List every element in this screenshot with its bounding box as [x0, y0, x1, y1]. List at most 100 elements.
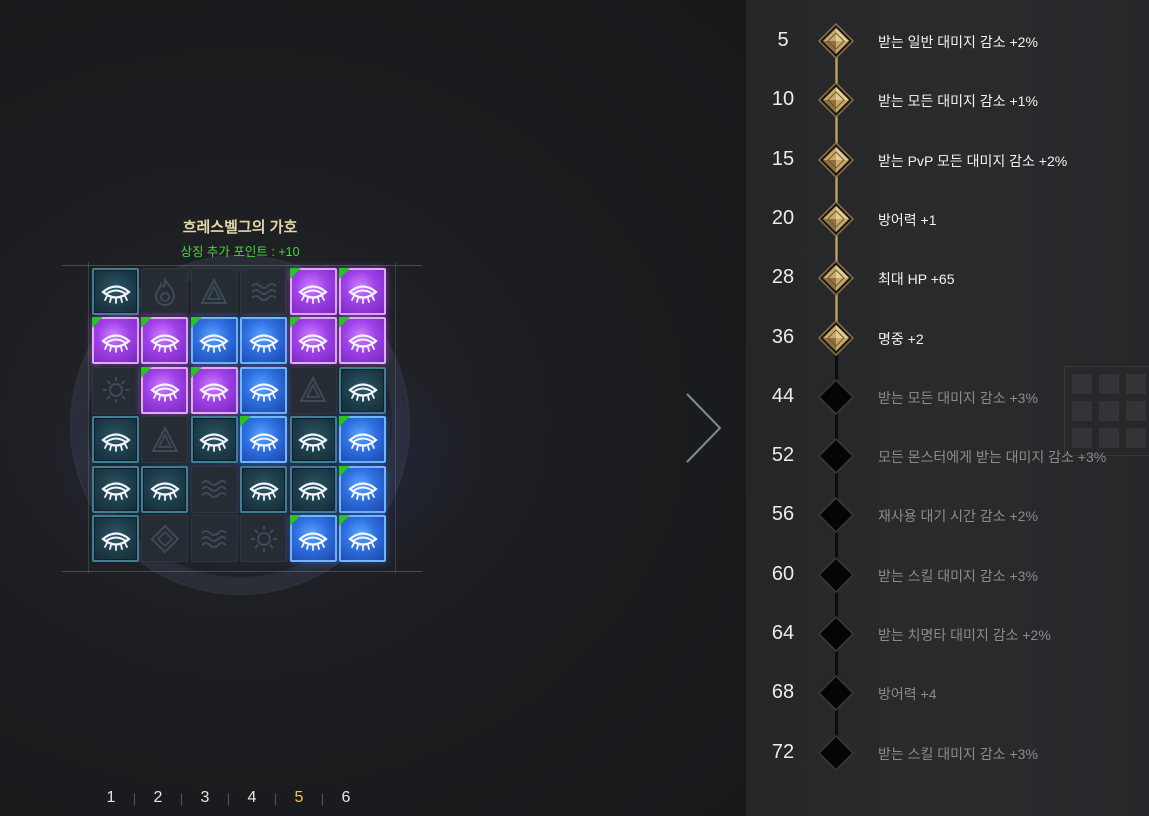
locked-diamond-node-icon: [818, 378, 854, 415]
level-effect-text: 최대 HP +65: [878, 271, 955, 288]
teal-card[interactable]: [92, 416, 139, 464]
purple-card[interactable]: [92, 317, 139, 365]
blue-card[interactable]: [240, 416, 288, 464]
level-effect-text: 명중 +2: [878, 330, 924, 347]
empty-card-slot[interactable]: [289, 366, 337, 414]
purple-card[interactable]: [339, 317, 386, 365]
purple-card[interactable]: [339, 268, 386, 315]
blue-card[interactable]: [339, 416, 386, 464]
closed-eye-icon: [99, 472, 133, 506]
wave-icon: [247, 275, 281, 309]
page-tab-1[interactable]: 1: [100, 789, 122, 807]
teal-card[interactable]: [92, 465, 139, 513]
card-grid: [92, 268, 392, 568]
closed-eye-icon: [346, 373, 380, 407]
purple-card[interactable]: [190, 366, 238, 414]
triangle-rune-icon: [148, 423, 182, 457]
level-number: 10: [771, 88, 795, 111]
closed-eye-icon: [148, 472, 182, 506]
triangle-rune-icon: [296, 373, 330, 407]
page-tab-4[interactable]: 4: [241, 789, 263, 807]
page-tabs: 1 | 2 | 3 | 4 | 5 | 6: [100, 788, 357, 808]
blue-card[interactable]: [190, 317, 238, 365]
page-tab-2[interactable]: 2: [147, 789, 169, 807]
awakened-corner-marker: [190, 317, 202, 329]
awakened-corner-marker: [289, 515, 301, 526]
teal-card[interactable]: [289, 465, 337, 513]
empty-card-slot[interactable]: [190, 515, 238, 562]
teal-card[interactable]: [141, 465, 189, 513]
closed-eye-icon: [148, 373, 182, 407]
bonus-points-label: 상징 추가 포인트 : +10: [180, 245, 300, 259]
page-tab-6[interactable]: 6: [335, 789, 357, 807]
level-number: 56: [771, 503, 795, 526]
frame-line-left: [88, 262, 89, 574]
level-number: 60: [771, 562, 795, 585]
tab-separator: |: [226, 790, 231, 806]
level-number: 52: [771, 444, 795, 467]
closed-eye-icon: [247, 324, 281, 358]
awakened-corner-marker: [289, 317, 301, 329]
awakened-corner-marker: [141, 317, 153, 329]
page-tab-5[interactable]: 5: [288, 789, 310, 807]
closed-eye-icon: [247, 472, 281, 506]
page-tab-3[interactable]: 3: [194, 789, 216, 807]
locked-diamond-node-icon: [818, 675, 854, 712]
teal-card[interactable]: [92, 515, 139, 562]
closed-eye-icon: [99, 423, 133, 457]
teal-card[interactable]: [289, 416, 337, 464]
empty-card-slot[interactable]: [240, 515, 288, 562]
emblem-tiles-decoration: [1064, 366, 1149, 456]
closed-eye-icon: [197, 373, 231, 407]
unlocked-diamond-node-icon: [818, 260, 854, 297]
awakened-corner-marker: [339, 268, 350, 279]
purple-card[interactable]: [141, 317, 189, 365]
closed-eye-icon: [296, 522, 330, 556]
empty-card-slot[interactable]: [190, 465, 238, 513]
level-number: 44: [771, 384, 795, 407]
wave-icon: [197, 522, 231, 556]
closed-eye-icon: [296, 324, 330, 358]
next-arrow-icon[interactable]: [684, 392, 724, 464]
teal-card[interactable]: [339, 366, 386, 414]
empty-card-slot[interactable]: [190, 268, 238, 315]
frame-line-right: [395, 262, 396, 574]
blue-card[interactable]: [339, 465, 386, 513]
closed-eye-icon: [148, 324, 182, 358]
level-effect-text: 받는 PvP 모든 대미지 감소 +2%: [878, 152, 1068, 169]
closed-eye-icon: [346, 324, 380, 358]
wave-icon: [197, 472, 231, 506]
locked-diamond-node-icon: [818, 734, 854, 771]
teal-card[interactable]: [92, 268, 139, 315]
empty-card-slot[interactable]: [141, 515, 189, 562]
purple-card[interactable]: [289, 268, 337, 315]
level-effect-text: 받는 치명타 대미지 감소 +2%: [878, 627, 1051, 643]
tab-separator: |: [273, 790, 278, 806]
closed-eye-icon: [99, 522, 133, 556]
awakened-corner-marker: [289, 268, 301, 279]
closed-eye-icon: [346, 522, 380, 556]
teal-card[interactable]: [240, 465, 288, 513]
purple-card[interactable]: [141, 366, 189, 414]
closed-eye-icon: [296, 472, 330, 506]
level-number: 64: [771, 622, 795, 644]
tab-separator: |: [179, 790, 184, 806]
empty-card-slot[interactable]: [240, 268, 288, 315]
diamond-rune-icon: [148, 522, 182, 556]
level-effect-text: 받는 모든 대미지 감소 +3%: [878, 389, 1038, 406]
blue-card[interactable]: [289, 515, 337, 562]
level-effects-panel: [746, 0, 1149, 816]
empty-card-slot[interactable]: [141, 268, 189, 315]
closed-eye-icon: [346, 275, 380, 309]
blue-card[interactable]: [240, 317, 288, 365]
empty-card-slot[interactable]: [92, 366, 139, 414]
blue-card[interactable]: [339, 515, 386, 562]
purple-card[interactable]: [289, 317, 337, 365]
locked-diamond-node-icon: [818, 497, 854, 534]
teal-card[interactable]: [190, 416, 238, 464]
level-effect-text: 방어력 +1: [878, 211, 937, 228]
sun-icon: [247, 522, 281, 556]
closed-eye-icon: [296, 275, 330, 309]
empty-card-slot[interactable]: [141, 416, 189, 464]
blue-card[interactable]: [240, 366, 288, 414]
